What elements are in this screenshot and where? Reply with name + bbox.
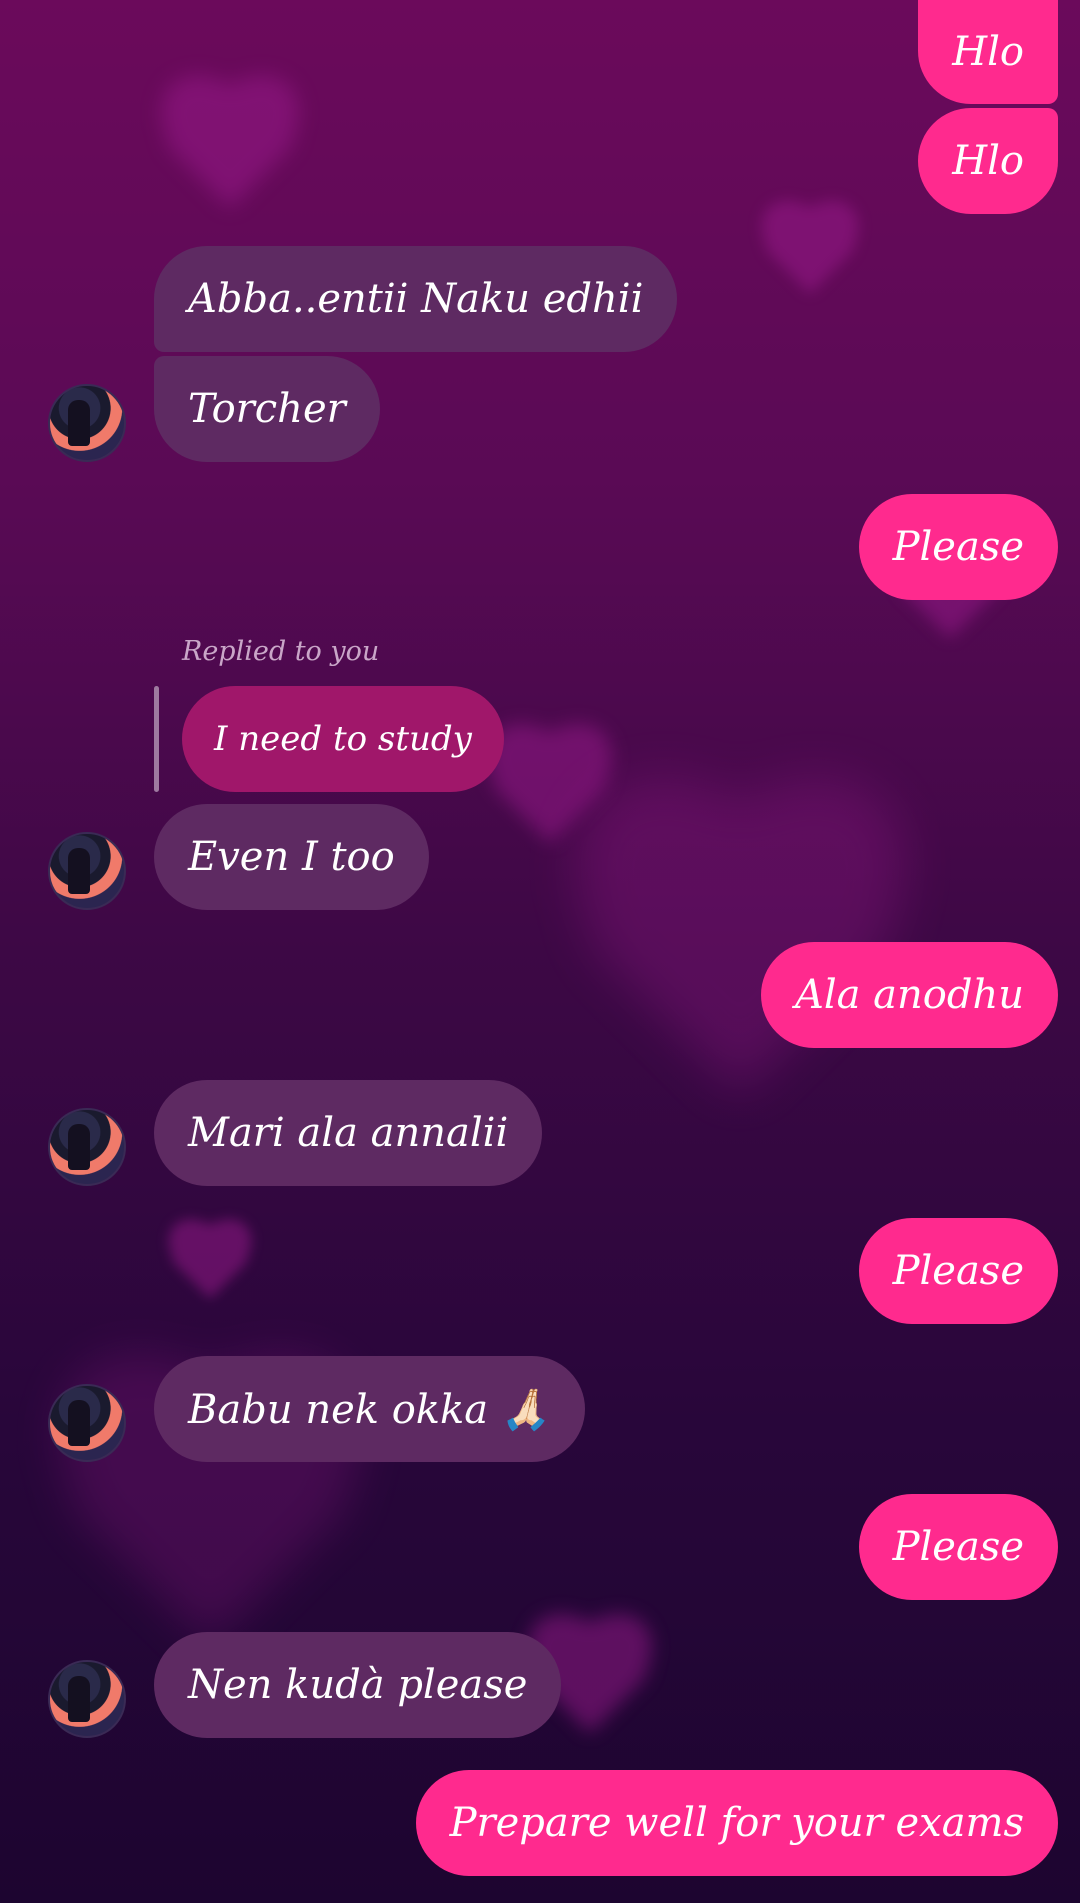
reply-indicator-bar	[154, 686, 159, 792]
received-message[interactable]: Mari ala annalii	[154, 1080, 543, 1186]
contact-avatar-icon[interactable]	[48, 1108, 126, 1186]
background-heart-decoration	[156, 1222, 264, 1318]
sent-message[interactable]: Please	[858, 1494, 1058, 1600]
contact-avatar-icon[interactable]	[48, 1384, 126, 1462]
sent-message[interactable]: Please	[858, 494, 1058, 600]
received-message[interactable]: Torcher	[154, 356, 380, 462]
sent-message[interactable]: Prepare well for your exams	[415, 1770, 1058, 1876]
reply-context-label: Replied to you	[182, 636, 380, 667]
sent-message[interactable]: Ala anodhu	[760, 942, 1058, 1048]
sent-message[interactable]: Please	[858, 1218, 1058, 1324]
sent-message[interactable]: Hlo	[918, 108, 1058, 214]
background-heart-decoration	[747, 204, 873, 316]
background-heart-decoration	[140, 80, 320, 240]
contact-avatar-icon[interactable]	[48, 832, 126, 910]
quoted-message[interactable]: I need to study	[182, 686, 504, 792]
received-message[interactable]: Babu nek okka 🙏🏻	[154, 1356, 585, 1462]
received-message[interactable]: Abba..entii Naku edhii	[154, 246, 678, 352]
contact-avatar-icon[interactable]	[48, 1660, 126, 1738]
received-message[interactable]: Even I too	[154, 804, 429, 910]
sent-message[interactable]: Hlo	[918, 0, 1058, 104]
contact-avatar-icon[interactable]	[48, 384, 126, 462]
received-message[interactable]: Nen kudà please	[154, 1632, 562, 1738]
